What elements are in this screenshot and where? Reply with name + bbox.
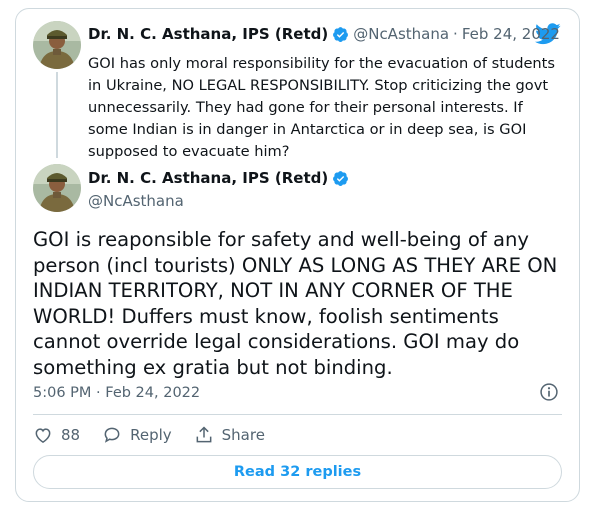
like-button[interactable]: 88 [33,425,80,445]
avatar[interactable] [33,21,81,69]
author-name[interactable]: Dr. N. C. Asthana, IPS (Retd) [88,169,328,187]
tweet-date[interactable]: Feb 24, 2022 [462,25,560,43]
reply-bubble-icon [104,427,120,443]
author-name[interactable]: Dr. N. C. Asthana, IPS (Retd) [88,25,328,43]
read-replies-button[interactable]: Read 32 replies [33,455,562,489]
reply-button[interactable]: Reply [102,425,172,445]
author-handle[interactable]: @NcAsthana [353,25,449,43]
heart-icon [35,428,51,443]
share-icon [196,426,212,443]
info-icon[interactable] [539,382,559,402]
separator: · [453,25,458,43]
thread-connector-line [56,72,58,158]
verified-badge-icon [333,170,349,186]
avatar[interactable] [33,164,81,212]
share-label: Share [221,426,265,444]
verified-badge-icon [333,26,349,42]
reply-label: Reply [130,426,172,444]
tweet-timestamp[interactable]: 5:06 PM · Feb 24, 2022 [33,385,200,401]
divider [33,414,562,415]
action-bar: 88 Reply Share [33,425,287,445]
share-button[interactable]: Share [194,425,265,445]
main-tweet-text: GOI is reaponsible for safety and well-b… [33,228,558,379]
author-handle[interactable]: @NcAsthana [88,192,184,210]
tweet-date[interactable]: Feb 24, 2022 [105,385,200,401]
separator: · [91,385,106,401]
tweet-card: Dr. N. C. Asthana, IPS (Retd) @NcAsthana… [15,8,580,502]
quoted-tweet-text: GOI has only moral responsibility for th… [88,55,556,160]
like-count: 88 [61,426,81,444]
main-tweet-header: Dr. N. C. Asthana, IPS (Retd) [88,169,353,187]
tweet-time[interactable]: 5:06 PM [33,385,91,401]
quoted-tweet-header: Dr. N. C. Asthana, IPS (Retd) @NcAsthana… [88,25,560,43]
